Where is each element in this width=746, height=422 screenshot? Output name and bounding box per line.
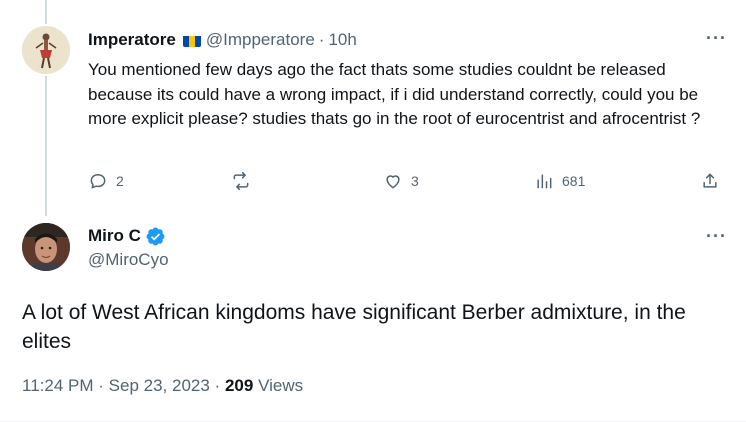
reply-count: 2 bbox=[116, 173, 124, 189]
repost-button[interactable] bbox=[231, 171, 259, 191]
analytics-icon bbox=[537, 174, 552, 189]
main-author-handle[interactable]: @MiroCyo bbox=[88, 250, 169, 270]
reply-timestamp[interactable]: 10h bbox=[328, 30, 356, 50]
flag-icon bbox=[182, 34, 201, 47]
separator: · bbox=[318, 30, 325, 49]
repost-icon bbox=[233, 171, 249, 191]
tweet-views-label: Views bbox=[258, 376, 304, 395]
heart-icon bbox=[386, 175, 400, 189]
tweet-time[interactable]: 11:24 PM bbox=[22, 376, 94, 395]
comment-icon bbox=[90, 174, 106, 189]
main-author-name[interactable]: Miro C bbox=[88, 226, 141, 246]
more-options-icon[interactable]: ··· bbox=[706, 28, 727, 49]
thread-line-top bbox=[45, 0, 47, 24]
reply-author-name[interactable]: Imperatore bbox=[88, 30, 176, 50]
share-icon bbox=[703, 173, 717, 188]
separator: · bbox=[98, 376, 104, 395]
reply-button[interactable]: 2 bbox=[88, 171, 124, 191]
reply-action-bar: 2 3 681 bbox=[88, 171, 728, 195]
share-button[interactable] bbox=[700, 171, 720, 191]
reply-tweet-text: You mentioned few days ago the fact that… bbox=[88, 60, 701, 128]
avatar-miro[interactable] bbox=[22, 223, 70, 271]
separator: · bbox=[214, 376, 221, 395]
main-tweet-text: A lot of West African kingdoms have sign… bbox=[22, 301, 686, 353]
thread-line-connector bbox=[45, 76, 47, 216]
reply-author-handle[interactable]: @Impperatore bbox=[206, 30, 315, 50]
like-count: 3 bbox=[411, 173, 419, 189]
tweet-views-count[interactable]: 209 bbox=[225, 376, 253, 395]
avatar-imperatore[interactable] bbox=[22, 26, 70, 74]
like-button[interactable]: 3 bbox=[383, 171, 419, 191]
more-options-icon[interactable]: ··· bbox=[706, 226, 727, 247]
tweet-date[interactable]: Sep 23, 2023 bbox=[109, 376, 210, 395]
reply-header: Imperatore @Impperatore · 10h bbox=[88, 29, 357, 51]
verified-badge-icon[interactable] bbox=[145, 226, 166, 247]
views-count: 681 bbox=[562, 173, 586, 189]
tweet-meta: 11:24 PM · Sep 23, 2023 · 209 Views bbox=[22, 376, 303, 396]
main-tweet-header: Miro C @MiroCyo bbox=[88, 225, 169, 270]
views-button[interactable]: 681 bbox=[534, 171, 585, 191]
